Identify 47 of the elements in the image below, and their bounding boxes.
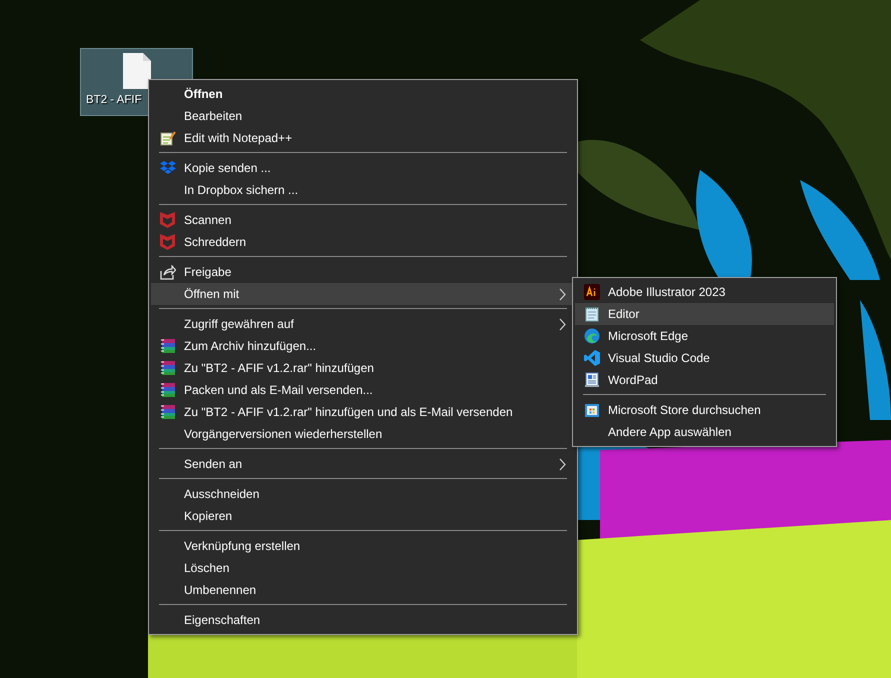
share-icon (160, 264, 176, 280)
menu-item[interactable]: Scannen (151, 209, 575, 231)
shield-icon (160, 234, 175, 250)
menu-item[interactable]: Packen und als E-Mail versenden... (151, 379, 575, 401)
menu-item[interactable]: Freigabe (151, 261, 575, 283)
menu-item[interactable]: Senden an (151, 453, 575, 475)
menu-item[interactable]: WordPad (575, 369, 834, 391)
menu-item[interactable]: Vorgängerversionen wiederherstellen (151, 423, 575, 445)
dropbox-icon (160, 161, 176, 175)
menu-item[interactable]: Microsoft Edge (575, 325, 834, 347)
menu-item[interactable]: Zu "BT2 - AFIF v1.2.rar" hinzufügen und als E-Mail versenden (151, 401, 575, 423)
archive-books-icon (160, 360, 176, 376)
menu-item[interactable]: Öffnen mit (151, 283, 575, 305)
store-icon (584, 402, 600, 418)
chevron-right-icon (559, 288, 566, 300)
archive-books-icon (160, 338, 176, 354)
menu-item[interactable]: Verknüpfung erstellen (151, 535, 575, 557)
menu-item[interactable]: Zugriff gewähren auf (151, 313, 575, 335)
menu-item[interactable]: Zu "BT2 - AFIF v1.2.rar" hinzufügen (151, 357, 575, 379)
shield-icon (160, 212, 175, 228)
menu-item[interactable]: Zum Archiv hinzufügen... (151, 335, 575, 357)
notepad-icon (160, 130, 176, 146)
menu-item[interactable]: Visual Studio Code (575, 347, 834, 369)
chevron-right-icon (559, 318, 566, 330)
edge-icon (584, 328, 600, 344)
menu-item[interactable]: Eigenschaften (151, 609, 575, 631)
menu-item[interactable]: Kopieren (151, 505, 575, 527)
menu-item[interactable]: Löschen (151, 557, 575, 579)
archive-books-icon (160, 382, 176, 398)
file-icon (122, 52, 152, 90)
chevron-right-icon (559, 458, 566, 470)
menu-item[interactable]: Microsoft Store durchsuchen (575, 399, 834, 421)
code-editor-icon (584, 350, 600, 366)
archive-books-icon (160, 404, 176, 420)
menu-item[interactable]: Umbenennen (151, 579, 575, 601)
menu-item[interactable]: Kopie senden ... (151, 157, 575, 179)
notepad-icon (584, 306, 600, 322)
menu-item[interactable]: Adobe Illustrator 2023 (575, 281, 834, 303)
file-name: BT2 - AFIF (86, 94, 142, 106)
menu-item[interactable]: Schreddern (151, 231, 575, 253)
menu-item[interactable]: Edit with Notepad++ (151, 127, 575, 149)
wordpad-icon (584, 372, 600, 388)
illustrator-icon (584, 284, 600, 300)
menu-item[interactable]: Andere App auswählen (575, 421, 834, 443)
menu-item[interactable]: Editor (575, 303, 834, 325)
menu-item[interactable]: Ausschneiden (151, 483, 575, 505)
menu-item[interactable]: In Dropbox sichern ... (151, 179, 575, 201)
